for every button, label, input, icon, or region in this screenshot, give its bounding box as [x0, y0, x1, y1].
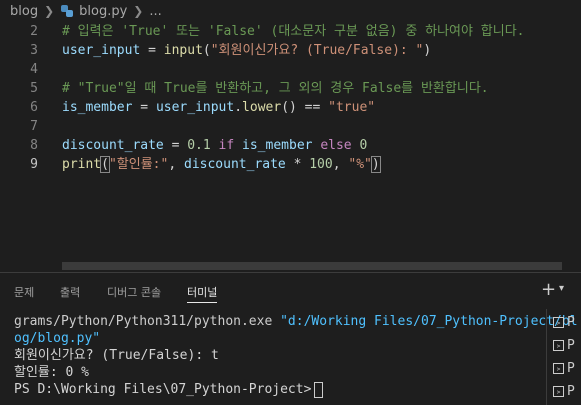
terminal-icon: >	[553, 316, 564, 328]
chevron-down-icon[interactable]: ▾	[559, 283, 564, 294]
code-token: 0	[359, 138, 368, 153]
line-number: 4	[30, 62, 38, 77]
terminal-prompt: PS D:\Working Files\07_Python-Project>	[14, 382, 312, 397]
code-token: =	[163, 138, 188, 153]
chevron-right-icon: ❯	[44, 4, 55, 18]
tab-debug-console[interactable]: 디버그 콘솔	[107, 284, 161, 300]
code-token: "true"	[328, 100, 376, 115]
code-token: 0.1	[187, 138, 211, 153]
terminal-script-arg-cont: og/blog.py"	[14, 331, 101, 346]
code-text: user_input = input("회원이신가요? (True/False)…	[62, 41, 431, 60]
line-number: 2	[30, 24, 38, 39]
terminal-icon: >	[553, 385, 564, 397]
terminal-output[interactable]: grams/Python/Python311/python.exe "d:/Wo…	[14, 313, 578, 398]
terminal-icon: >	[553, 362, 564, 374]
breadcrumb-file[interactable]: blog.py	[79, 4, 127, 19]
code-token: *	[285, 157, 310, 172]
breadcrumb: blog ❯ blog.py ❯ ...	[0, 0, 581, 22]
code-text: print("할인률:", discount_rate * 100, "%")	[62, 155, 381, 174]
breadcrumb-symbol[interactable]: ...	[149, 4, 161, 19]
line-number: 6	[30, 100, 38, 115]
code-line[interactable]: 5 # "True"일 때 True를 반환하고, 그 외의 경우 False를 …	[0, 79, 581, 98]
line-number: 9	[30, 157, 38, 172]
line-number: 7	[30, 119, 38, 134]
code-token: =	[132, 100, 156, 115]
panel-tabs: 문제 출력 디버그 콘솔 터미널 + ▾	[0, 273, 581, 307]
code-token: "%"	[348, 157, 372, 172]
terminal-instance[interactable]: > P	[553, 336, 575, 354]
terminal-instance[interactable]: > P	[553, 382, 575, 400]
code-line[interactable]: 4	[0, 60, 581, 79]
terminal-input-line: 회원이신가요? (True/False): t	[14, 348, 219, 363]
terminal-result-line: 할인률: 0 %	[14, 365, 90, 380]
chevron-right-icon: ❯	[133, 4, 144, 18]
text-cursor	[379, 157, 381, 172]
code-text: discount_rate = 0.1 if is_member else 0	[62, 136, 367, 155]
code-token: user_input	[155, 100, 235, 115]
code-token: if	[218, 138, 235, 153]
breadcrumb-folder[interactable]: blog	[10, 4, 38, 19]
code-token: discount_rate	[184, 157, 286, 172]
terminal-exe-path: grams/Python/Python311/python.exe	[14, 314, 273, 329]
line-number: 3	[30, 43, 38, 58]
python-file-icon	[60, 4, 74, 18]
code-token: ,	[332, 157, 349, 172]
terminal-instance[interactable]: > P	[553, 313, 575, 331]
code-line[interactable]: 2 # 입력은 'True' 또는 'False' (대소문자 구분 없음) 중 …	[0, 22, 581, 41]
code-token: # "True"일 때 True를 반환하고, 그 외의 경우 False를 반…	[62, 81, 489, 96]
code-token: is_member	[242, 138, 313, 153]
tab-output[interactable]: 출력	[60, 284, 80, 300]
terminal-instance-list: > P > P > P > P	[546, 309, 581, 405]
code-token: "할인률:"	[108, 157, 169, 172]
terminal-cursor	[314, 381, 324, 398]
code-text: # 입력은 'True' 또는 'False' (대소문자 구분 없음) 중 하…	[62, 22, 524, 41]
terminal-icon: >	[553, 339, 564, 351]
code-line[interactable]: 7	[0, 117, 581, 136]
add-terminal-button[interactable]: +	[541, 279, 556, 300]
code-token: else	[320, 138, 352, 153]
code-token: 100	[309, 157, 333, 172]
code-token: .	[234, 100, 243, 115]
tab-problems[interactable]: 문제	[14, 284, 34, 300]
code-token: discount_rate	[62, 138, 164, 153]
code-text: # "True"일 때 True를 반환하고, 그 외의 경우 False를 반…	[62, 79, 489, 98]
terminal-script-arg: "d:/Working Files/07_Python-Project/bl	[280, 314, 578, 329]
code-token: print	[62, 157, 102, 172]
code-token: lower	[242, 100, 282, 115]
code-token: user_input	[62, 43, 141, 58]
code-line[interactable]: 6 is_member = user_input.lower() == "true…	[0, 98, 581, 117]
code-token: =	[140, 43, 164, 58]
code-token: (	[202, 43, 211, 58]
code-token: is_member	[62, 100, 133, 115]
code-text: is_member = user_input.lower() == "true"	[62, 98, 375, 117]
code-token: input	[163, 43, 203, 58]
code-token: )	[370, 156, 381, 173]
bottom-panel: 문제 출력 디버그 콘솔 터미널 + ▾ grams/Python/Python…	[0, 272, 581, 405]
code-token: # 입력은 'True' 또는 'False' (대소문자 구분 없음) 중 하…	[62, 24, 525, 39]
code-token: () ==	[281, 100, 329, 115]
code-line[interactable]: 3 user_input = input("회원이신가요? (True/False…	[0, 41, 581, 60]
code-token: )	[423, 43, 432, 58]
terminal-instance[interactable]: > P	[553, 359, 575, 377]
code-line[interactable]: 8 discount_rate = 0.1 if is_member else 0	[0, 136, 581, 155]
code-token: "회원이신가요? (True/False): "	[210, 43, 424, 58]
code-token: ,	[168, 157, 184, 172]
line-number: 8	[30, 138, 38, 153]
line-number: 5	[30, 81, 38, 96]
horizontal-scrollbar[interactable]	[62, 262, 562, 270]
code-token: (	[100, 156, 110, 173]
tab-terminal[interactable]: 터미널	[187, 284, 218, 303]
code-editor[interactable]: 2 # 입력은 'True' 또는 'False' (대소문자 구분 없음) 중 …	[0, 22, 581, 272]
code-line[interactable]: 9 print("할인률:", discount_rate * 100, "%")	[0, 155, 581, 174]
